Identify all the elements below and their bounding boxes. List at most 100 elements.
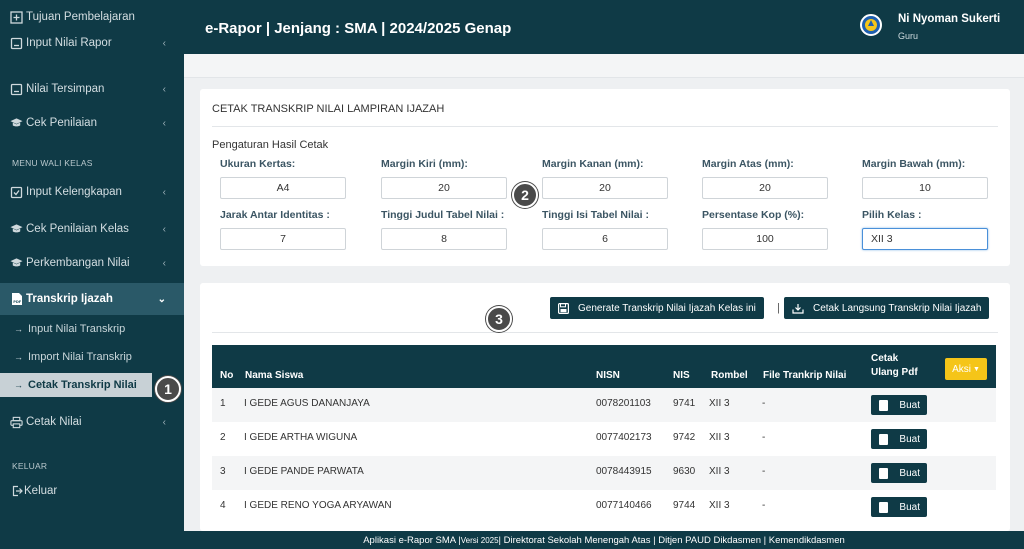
cell-nisn: 0078443915: [596, 466, 652, 477]
footer-version: Versi 2025: [460, 535, 499, 545]
sidebar-item-input-kelengkapan[interactable]: Input Kelengkapan ‹: [0, 177, 184, 207]
sidebar-subitem-input-nilai-transkrip[interactable]: → Input Nilai Transkrip: [0, 317, 184, 341]
margin-atas-input[interactable]: [702, 177, 828, 199]
user-avatar[interactable]: [860, 14, 882, 36]
chevron-left-icon: ‹: [162, 37, 166, 49]
top-navbar: e-Rapor | Jenjang : SMA | 2024/2025 Gena…: [184, 0, 1024, 54]
svg-text:PDF: PDF: [13, 300, 22, 304]
sidebar-section-keluar: KELUAR: [12, 461, 48, 471]
buat-pdf-button[interactable]: Buat: [871, 497, 927, 517]
generate-transkrip-button[interactable]: Generate Transkrip Nilai Ijazah Kelas in…: [550, 297, 764, 319]
chevron-down-icon: ⌄: [157, 293, 166, 305]
cell-nis: 9742: [673, 432, 696, 443]
pilih-kelas-select[interactable]: [862, 228, 988, 250]
tinggi-judul-label: Tinggi Judul Tabel Nilai :: [381, 209, 505, 221]
sidebar-subitem-label: Input Nilai Transkrip: [28, 323, 126, 335]
content-top-strip: [184, 54, 1024, 78]
tinggi-judul-input[interactable]: [381, 228, 507, 250]
graduation-cap-icon: [10, 223, 23, 236]
buat-pdf-button[interactable]: Buat: [871, 429, 927, 449]
step-marker-2: 2: [512, 182, 538, 208]
section-title: Pengaturan Hasil Cetak: [212, 139, 329, 151]
caret-down-icon: ▼: [972, 365, 980, 373]
buat-label: Buat: [899, 399, 920, 411]
sidebar-item-transkrip-ijazah[interactable]: PDF Transkrip Ijazah ⌄: [0, 283, 184, 315]
sidebar-item-label: Perkembangan Nilai: [26, 257, 130, 269]
sidebar-subitem-label: Cetak Transkrip Nilai: [28, 379, 137, 391]
cell-nisn: 0077140466: [596, 500, 652, 511]
cetak-langsung-label: Cetak Langsung Transkrip Nilai Ijazah: [813, 302, 982, 314]
graduation-cap-icon: [10, 257, 23, 270]
table-row[interactable]: 2 I GEDE ARTHA WIGUNA 0077402173 9742 XI…: [212, 422, 996, 456]
graduation-cap-icon: [10, 117, 23, 130]
cell-nis: 9630: [673, 466, 696, 477]
margin-bawah-input[interactable]: [862, 177, 988, 199]
margin-kiri-input[interactable]: [381, 177, 507, 199]
sidebar-item-label: Input Kelengkapan: [26, 186, 122, 198]
margin-kiri-label: Margin Kiri (mm):: [381, 158, 468, 170]
arrow-right-icon: →: [14, 380, 23, 390]
buat-label: Buat: [899, 433, 920, 445]
sidebar-item-input-nilai-rapor[interactable]: Input Nilai Rapor ‹: [0, 28, 184, 58]
cell-nis: 9741: [673, 398, 696, 409]
cell-nama: I GEDE AGUS DANANJAYA: [244, 398, 370, 409]
table-row[interactable]: 1 I GEDE AGUS DANANJAYA 0078201103 9741 …: [212, 388, 996, 422]
action-separator: |: [777, 302, 780, 314]
ukuran-kertas-input[interactable]: [220, 177, 346, 199]
tinggi-isi-input[interactable]: [542, 228, 668, 250]
sidebar-section-wali-kelas: MENU WALI KELAS: [12, 158, 93, 168]
cell-rombel: XII 3: [709, 432, 730, 443]
margin-kanan-input[interactable]: [542, 177, 668, 199]
user-name[interactable]: Ni Nyoman Sukerti: [898, 13, 1000, 25]
cell-no: 1: [220, 398, 226, 409]
footer: Aplikasi e-Rapor SMA | Versi 2025 | Dire…: [184, 531, 1024, 549]
cell-no: 4: [220, 500, 226, 511]
ukuran-kertas-label: Ukuran Kertas:: [220, 158, 296, 170]
card-divider: [212, 126, 998, 127]
tut-wuri-logo-icon: [865, 19, 877, 31]
table-row[interactable]: 3 I GEDE PANDE PARWATA 0078443915 9630 X…: [212, 456, 996, 490]
sidebar-item-perkembangan-nilai[interactable]: Perkembangan Nilai ‹: [0, 248, 184, 278]
sidebar-item-label: Cek Penilaian Kelas: [26, 223, 129, 235]
form-icon: [10, 83, 23, 96]
sidebar-item-label: Input Nilai Rapor: [26, 37, 112, 49]
buat-label: Buat: [899, 501, 920, 513]
sidebar-item-nilai-tersimpan[interactable]: Nilai Tersimpan ‹: [0, 74, 184, 104]
jarak-identitas-input[interactable]: [220, 228, 346, 250]
table-row[interactable]: 4 I GEDE RENO YOGA ARYAWAN 0077140466 97…: [212, 490, 996, 524]
sidebar-subitem-import-nilai-transkrip[interactable]: → Import Nilai Transkrip: [0, 345, 184, 369]
pdf-file-icon: [879, 400, 888, 411]
column-header-no: No: [220, 370, 234, 381]
cell-nisn: 0078201103: [596, 398, 651, 409]
cell-file: -: [762, 466, 766, 477]
column-header-nis: NIS: [673, 370, 690, 381]
chevron-left-icon: ‹: [162, 186, 166, 198]
footer-text-credits: | Direktorat Sekolah Menengah Atas | Dit…: [498, 534, 845, 546]
column-header-file: File Trankrip Nilai: [763, 370, 847, 381]
cell-file: -: [762, 398, 766, 409]
sidebar-item-label: Keluar: [24, 485, 58, 497]
sidebar-item-keluar[interactable]: Keluar: [0, 476, 184, 506]
card-title: CETAK TRANSKRIP NILAI LAMPIRAN IJAZAH: [212, 103, 445, 115]
step-marker-1: 1: [155, 376, 181, 402]
arrow-right-icon: →: [14, 352, 23, 362]
persentase-kop-label: Persentase Kop (%):: [702, 209, 805, 221]
sidebar-item-cek-penilaian[interactable]: Cek Penilaian ‹: [0, 108, 184, 138]
persentase-kop-input[interactable]: [702, 228, 828, 250]
chevron-left-icon: ‹: [162, 83, 166, 95]
save-icon: [558, 302, 569, 314]
sidebar-subitem-label: Import Nilai Transkrip: [28, 351, 132, 363]
buat-pdf-button[interactable]: Buat: [871, 463, 927, 483]
buat-pdf-button[interactable]: Buat: [871, 395, 927, 415]
sidebar-subitem-cetak-transkrip-nilai[interactable]: → Cetak Transkrip Nilai: [0, 373, 152, 397]
logout-icon: [10, 485, 23, 498]
sidebar-item-cek-penilaian-kelas[interactable]: Cek Penilaian Kelas ‹: [0, 214, 184, 244]
pdf-file-icon: PDF: [10, 293, 23, 306]
aksi-label: Aksi: [952, 363, 971, 375]
column-header-nisn: NISN: [596, 370, 620, 381]
cetak-langsung-button[interactable]: Cetak Langsung Transkrip Nilai Ijazah: [784, 297, 990, 319]
aksi-dropdown-button[interactable]: Aksi ▼: [945, 358, 987, 380]
pdf-file-icon: [879, 502, 888, 513]
plus-square-icon: [10, 10, 23, 24]
sidebar-item-cetak-nilai[interactable]: Cetak Nilai ‹: [0, 407, 184, 437]
